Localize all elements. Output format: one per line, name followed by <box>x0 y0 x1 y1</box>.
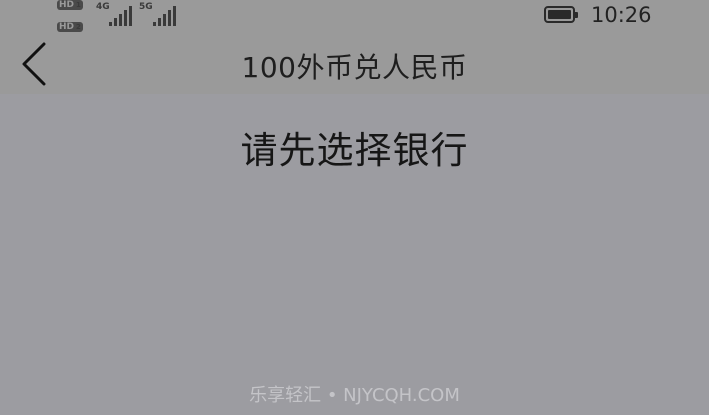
hd-sub-2: 2 <box>76 23 81 31</box>
watermark: 乐享轻汇 • NJYCQH.COM <box>249 385 460 406</box>
main-content: 请先选择银行 乐享轻汇 • NJYCQH.COM <box>0 94 709 415</box>
signal-strength-icon-1 <box>109 6 132 26</box>
status-bar: HD 1 HD 2 4G 5G 10:26 <box>0 0 709 32</box>
hd-voice-badge-2: HD 2 <box>57 22 83 32</box>
hd-voice-badge-1: HD 1 <box>57 0 83 10</box>
battery-icon <box>544 6 578 23</box>
title-bar: 100外币兑人民币 <box>0 32 709 94</box>
hd-sub-1: 1 <box>76 1 81 9</box>
network-type-1: 4G <box>96 2 110 12</box>
hd-label-2: HD <box>59 22 75 32</box>
select-bank-prompt: 请先选择银行 <box>240 129 469 172</box>
signal-strength-icon-2 <box>153 6 176 26</box>
page-title: 100外币兑人民币 <box>241 51 468 84</box>
status-time: 10:26 <box>591 3 652 27</box>
hd-label-1: HD <box>59 0 75 10</box>
battery-fill <box>548 10 571 19</box>
network-type-2: 5G <box>139 2 153 12</box>
